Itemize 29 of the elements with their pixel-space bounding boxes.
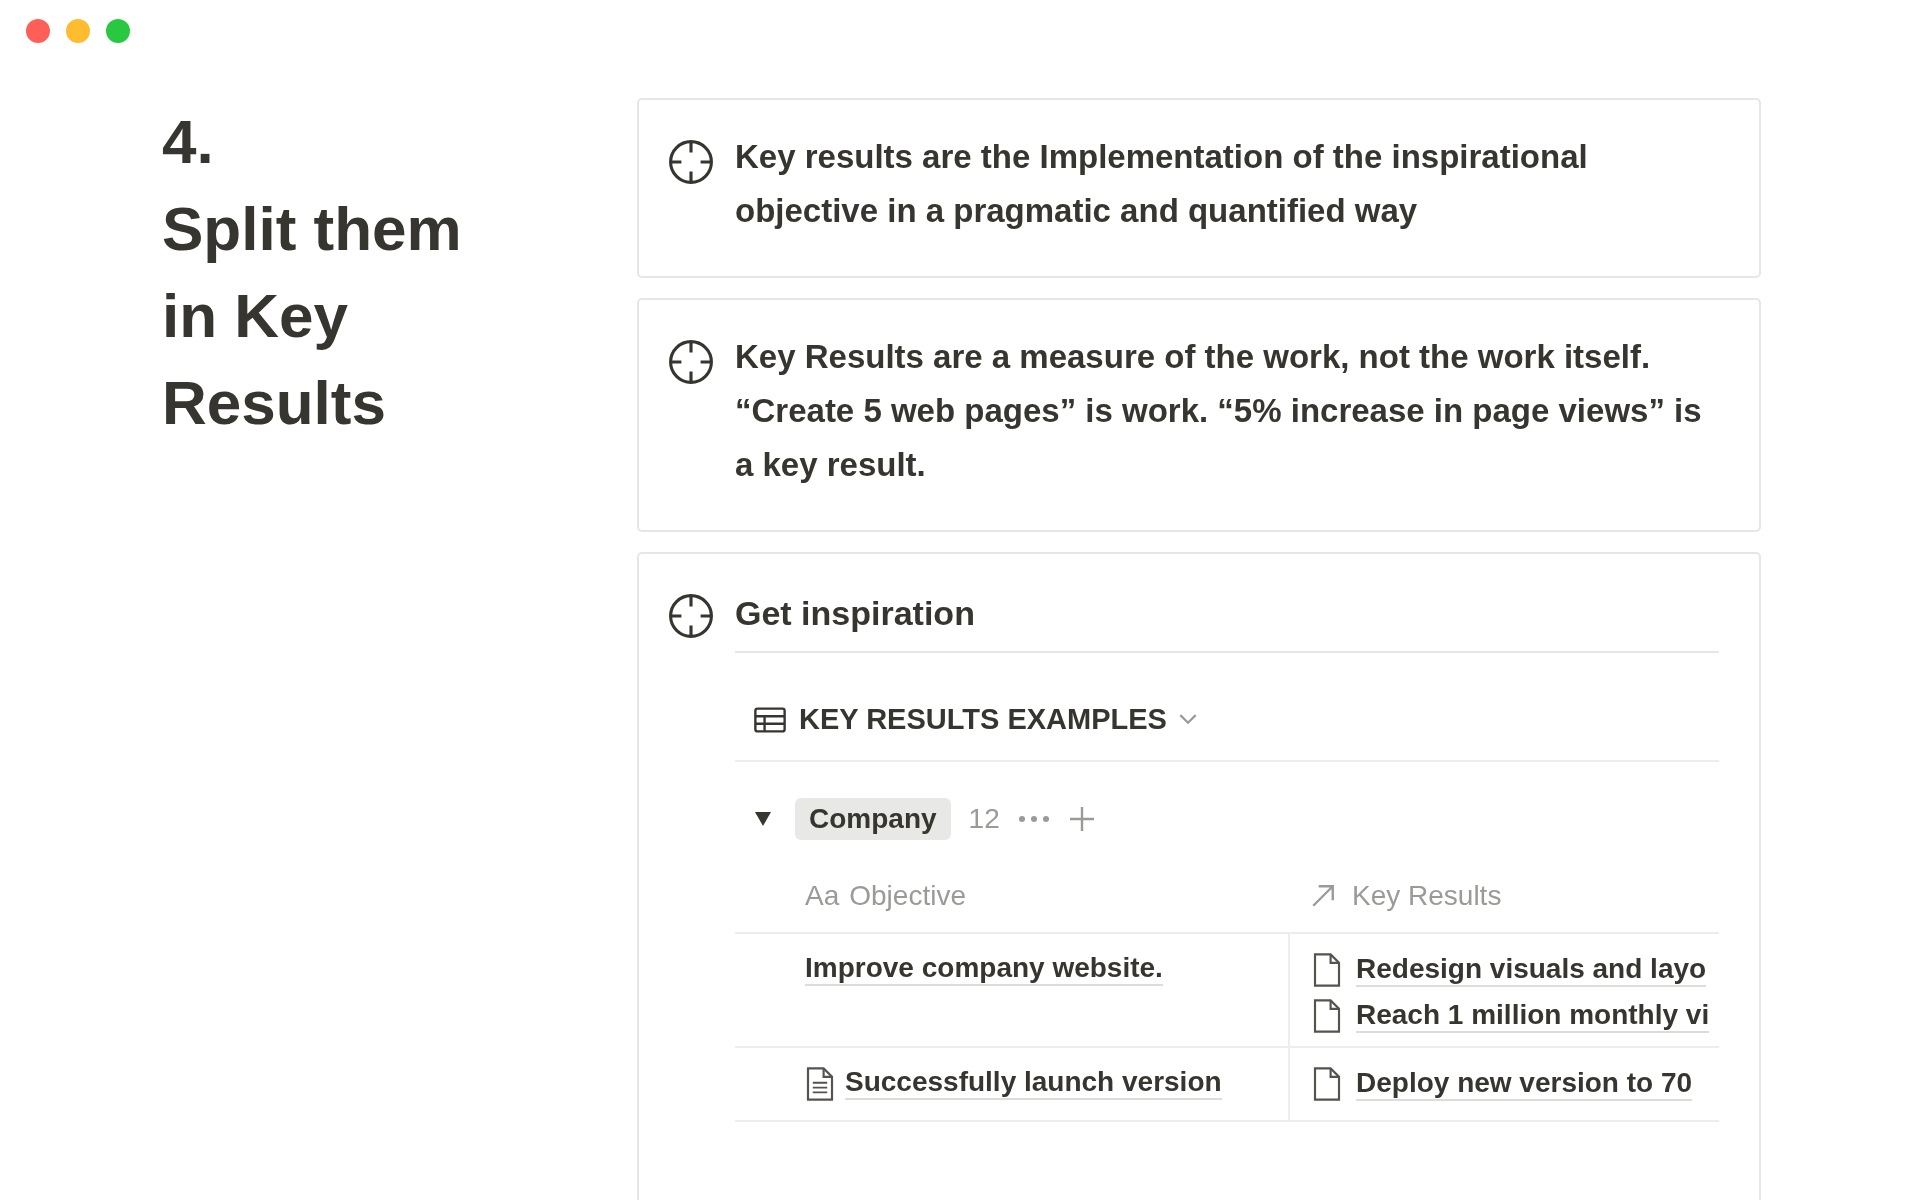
crosshair-icon — [667, 338, 715, 386]
crosshair-icon — [667, 138, 715, 186]
key-result-link[interactable]: Reach 1 million monthly vi — [1356, 999, 1710, 1033]
page-icon — [1312, 1066, 1342, 1102]
window-button[interactable] — [26, 19, 50, 43]
arrow-icon — [1310, 883, 1336, 909]
more-icon[interactable] — [1017, 815, 1050, 823]
page-icon — [1312, 998, 1342, 1034]
window-button[interactable] — [106, 19, 130, 43]
section-title: Get inspiration — [735, 594, 1719, 653]
objective-link[interactable]: Successfully launch version — [845, 1066, 1222, 1100]
add-icon[interactable] — [1067, 805, 1096, 833]
crosshair-icon — [667, 592, 715, 640]
step-number: 4. — [162, 106, 215, 178]
step-title: Split them in Key Results — [162, 193, 463, 439]
key-result-link[interactable]: Redesign visuals and layo — [1356, 953, 1707, 987]
callout-text: Key Results are a measure of the work, not the work itself. “Create 5 web pages” is work. “5% increase in page views” is a key result. — [735, 337, 1703, 485]
database-title[interactable]: KEY RESULTS EXAMPLES — [799, 703, 1167, 736]
chevron-down-icon[interactable] — [1178, 714, 1197, 725]
text-type-label: Aa — [805, 880, 840, 912]
document-icon — [805, 1066, 835, 1102]
page-icon — [1312, 952, 1342, 988]
objective-link[interactable]: Improve company website. — [805, 952, 1163, 986]
group-tag[interactable]: Company — [795, 798, 951, 840]
table-icon — [753, 706, 787, 733]
key-result-link[interactable]: Deploy new version to 70 — [1356, 1067, 1693, 1101]
group-count: 12 — [968, 803, 1000, 835]
callout-text: Key results are the Implementation of the inspirational objective in a pragmatic and quantified way — [735, 137, 1589, 231]
window-button[interactable] — [66, 19, 90, 43]
